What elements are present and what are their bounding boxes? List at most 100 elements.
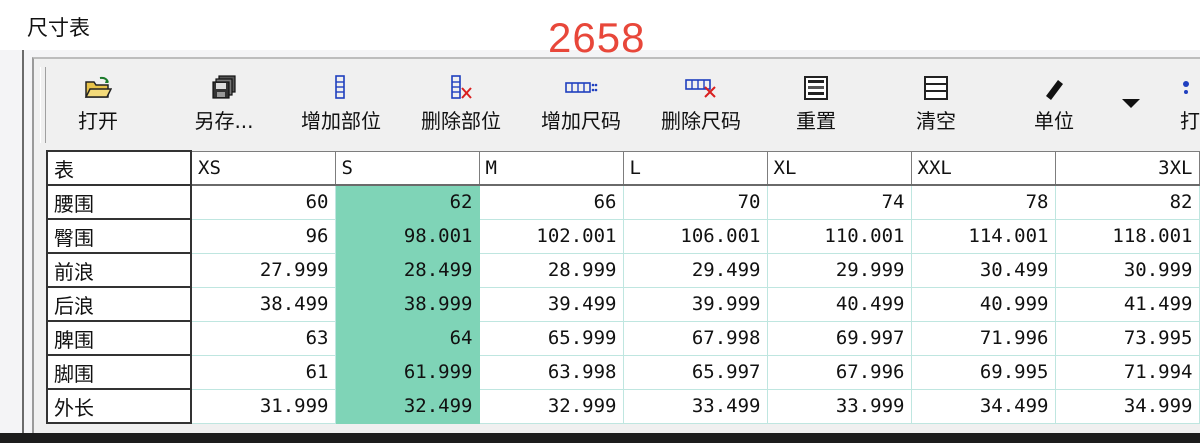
table-corner: 表 bbox=[46, 150, 192, 186]
table-cell[interactable]: 40.999 bbox=[910, 286, 1056, 322]
window-left-edge bbox=[22, 50, 24, 443]
print-button[interactable]: 打 bbox=[1180, 69, 1200, 134]
table-cell[interactable]: 32.499 bbox=[334, 388, 480, 424]
table-row: 后浪 38.499 38.999 39.499 39.999 40.499 40.999 41… bbox=[46, 286, 1200, 322]
unit-button[interactable]: 单位 bbox=[1024, 69, 1084, 134]
table-cell[interactable]: 28.499 bbox=[334, 252, 480, 288]
delete-size-button[interactable]: 删除尺码 bbox=[646, 69, 756, 134]
table-cell[interactable]: 98.001 bbox=[334, 218, 480, 254]
row-header[interactable]: 脚围 bbox=[46, 354, 192, 390]
table-cell[interactable]: 69.997 bbox=[766, 320, 912, 356]
table-cell[interactable]: 29.999 bbox=[766, 252, 912, 288]
save-as-label: 另存... bbox=[194, 109, 254, 133]
table-cell[interactable]: 31.999 bbox=[190, 388, 336, 424]
unit-dropdown-arrow-icon[interactable] bbox=[1122, 99, 1140, 108]
table-cell[interactable]: 96 bbox=[190, 218, 336, 254]
table-cell[interactable]: 69.995 bbox=[910, 354, 1056, 390]
reset-button[interactable]: 重置 bbox=[786, 69, 846, 134]
column-header-m[interactable]: M bbox=[478, 150, 624, 186]
table-cell[interactable]: 82 bbox=[1054, 184, 1200, 220]
table-cell[interactable]: 63.998 bbox=[478, 354, 624, 390]
add-column-icon bbox=[526, 69, 636, 103]
table-cell[interactable]: 60 bbox=[190, 184, 336, 220]
save-as-button[interactable]: 另存... bbox=[182, 69, 266, 134]
add-part-button[interactable]: 增加部位 bbox=[286, 69, 396, 134]
table-row: 脚围 61 61.999 63.998 65.997 67.996 69.995 71.994 bbox=[46, 354, 1200, 390]
add-part-label: 增加部位 bbox=[301, 109, 381, 133]
table-cell[interactable]: 63 bbox=[190, 320, 336, 356]
column-header-s[interactable]: S bbox=[334, 150, 480, 186]
row-header[interactable]: 前浪 bbox=[46, 252, 192, 288]
table-cell[interactable]: 74 bbox=[766, 184, 912, 220]
delete-column-icon bbox=[646, 69, 756, 103]
table-cell[interactable]: 65.999 bbox=[478, 320, 624, 356]
table-cell[interactable]: 71.996 bbox=[910, 320, 1056, 356]
reset-label: 重置 bbox=[796, 109, 836, 133]
table-cell[interactable]: 38.999 bbox=[334, 286, 480, 322]
title-bar: 尺寸表 2658 bbox=[0, 0, 1200, 61]
table-cell[interactable]: 64 bbox=[334, 320, 480, 356]
delete-part-button[interactable]: 删除部位 bbox=[406, 69, 516, 134]
table-cell[interactable]: 78 bbox=[910, 184, 1056, 220]
table-row: 前浪 27.999 28.499 28.999 29.499 29.999 30.499 30… bbox=[46, 252, 1200, 288]
unit-icon bbox=[1024, 69, 1084, 103]
table-cell[interactable]: 65.997 bbox=[622, 354, 768, 390]
row-header[interactable]: 腰围 bbox=[46, 184, 192, 220]
table-row: 外长 31.999 32.499 32.999 33.499 33.999 34.499 34… bbox=[46, 388, 1200, 424]
table-cell[interactable]: 118.001 bbox=[1054, 218, 1200, 254]
column-header-xxl[interactable]: XXL bbox=[910, 150, 1056, 186]
table-cell[interactable]: 30.999 bbox=[1054, 252, 1200, 288]
table-cell[interactable]: 27.999 bbox=[190, 252, 336, 288]
row-header[interactable]: 臀围 bbox=[46, 218, 192, 254]
table-cell[interactable]: 33.499 bbox=[622, 388, 768, 424]
table-cell[interactable]: 33.999 bbox=[766, 388, 912, 424]
table-cell[interactable]: 62 bbox=[334, 184, 480, 220]
table-row: 臀围 96 98.001 102.001 106.001 110.001 114.001 11… bbox=[46, 218, 1200, 254]
open-folder-icon bbox=[72, 69, 124, 103]
table-cell[interactable]: 61.999 bbox=[334, 354, 480, 390]
column-header-xs[interactable]: XS bbox=[190, 150, 336, 186]
table-cell[interactable]: 67.996 bbox=[766, 354, 912, 390]
table-cell[interactable]: 66 bbox=[478, 184, 624, 220]
row-header[interactable]: 后浪 bbox=[46, 286, 192, 322]
open-label: 打开 bbox=[78, 109, 118, 133]
table-cell[interactable]: 41.499 bbox=[1054, 286, 1200, 322]
save-as-icon bbox=[182, 69, 266, 103]
open-button[interactable]: 打开 bbox=[72, 69, 124, 134]
table-cell[interactable]: 71.994 bbox=[1054, 354, 1200, 390]
table-cell[interactable]: 67.998 bbox=[622, 320, 768, 356]
column-header-l[interactable]: L bbox=[622, 150, 768, 186]
table-cell[interactable]: 30.499 bbox=[910, 252, 1056, 288]
toolbar-grip[interactable] bbox=[40, 67, 46, 143]
table-cell[interactable]: 34.999 bbox=[1054, 388, 1200, 424]
table-cell[interactable]: 73.995 bbox=[1054, 320, 1200, 356]
column-header-3xl[interactable]: 3XL bbox=[1054, 150, 1200, 186]
delete-part-label: 删除部位 bbox=[421, 109, 501, 133]
window-title: 尺寸表 bbox=[27, 16, 90, 40]
delete-size-label: 删除尺码 bbox=[661, 109, 741, 133]
toolbar: 打开 另存... 增加部位 删除部位 增加尺码 删除尺码 重置 清空 单位 打 bbox=[34, 59, 1200, 149]
add-size-button[interactable]: 增加尺码 bbox=[526, 69, 636, 134]
table-cell[interactable]: 28.999 bbox=[478, 252, 624, 288]
table-cell[interactable]: 102.001 bbox=[478, 218, 624, 254]
table-header-row: 表 XS S M L XL XXL 3XL bbox=[46, 150, 1200, 186]
table-cell[interactable]: 110.001 bbox=[766, 218, 912, 254]
table-cell[interactable]: 114.001 bbox=[910, 218, 1056, 254]
clear-button[interactable]: 清空 bbox=[906, 69, 966, 134]
table-cell[interactable]: 32.999 bbox=[478, 388, 624, 424]
table-cell[interactable]: 61 bbox=[190, 354, 336, 390]
delete-row-icon bbox=[406, 69, 516, 103]
table-cell[interactable]: 39.499 bbox=[478, 286, 624, 322]
table-cell[interactable]: 106.001 bbox=[622, 218, 768, 254]
table-cell[interactable]: 70 bbox=[622, 184, 768, 220]
table-cell[interactable]: 38.499 bbox=[190, 286, 336, 322]
overlay-number: 2658 bbox=[548, 14, 646, 61]
column-header-xl[interactable]: XL bbox=[766, 150, 912, 186]
size-table: 表 XS S M L XL XXL 3XL 腰围 60 62 66 70 74 78 82 臀围… bbox=[46, 150, 1200, 424]
row-header[interactable]: 脾围 bbox=[46, 320, 192, 356]
table-cell[interactable]: 29.499 bbox=[622, 252, 768, 288]
table-cell[interactable]: 40.499 bbox=[766, 286, 912, 322]
row-header[interactable]: 外长 bbox=[46, 388, 192, 424]
table-cell[interactable]: 39.999 bbox=[622, 286, 768, 322]
table-cell[interactable]: 34.499 bbox=[910, 388, 1056, 424]
